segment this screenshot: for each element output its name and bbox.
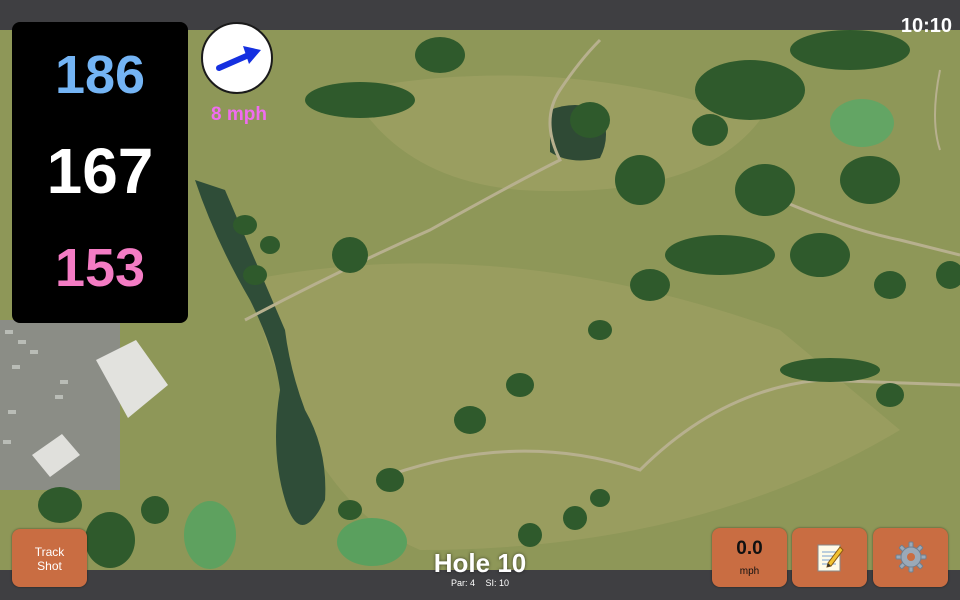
hole-stroke-index: SI: 10 (485, 578, 510, 588)
gear-icon (895, 541, 927, 573)
hole-title: Hole 10 (433, 548, 527, 578)
speed-unit: mph (739, 566, 760, 577)
speed-value: 0.0 (736, 538, 763, 559)
settings-button[interactable] (873, 528, 948, 587)
distance-panel: 186 167 153 (12, 22, 188, 323)
front-distance: 153 (54, 238, 146, 298)
speed-button[interactable]: 0.0 mph (712, 528, 787, 587)
arrow-icon (216, 46, 261, 71)
track-shot-button[interactable]: Track Shot (12, 529, 87, 587)
back-distance: 186 (54, 45, 146, 105)
notepad-icon (817, 544, 844, 572)
track-shot-label: Track Shot (34, 545, 65, 573)
hole-info: Par: 4 SI: 10 (380, 578, 580, 588)
wind-speed: 8 mph (211, 104, 267, 125)
clock-time: 10:10 (900, 15, 952, 37)
notes-button[interactable] (792, 528, 867, 587)
middle-distance: 167 (46, 135, 154, 207)
hole-par: Par: 4 (450, 578, 475, 588)
wind-direction-dial (201, 22, 273, 94)
